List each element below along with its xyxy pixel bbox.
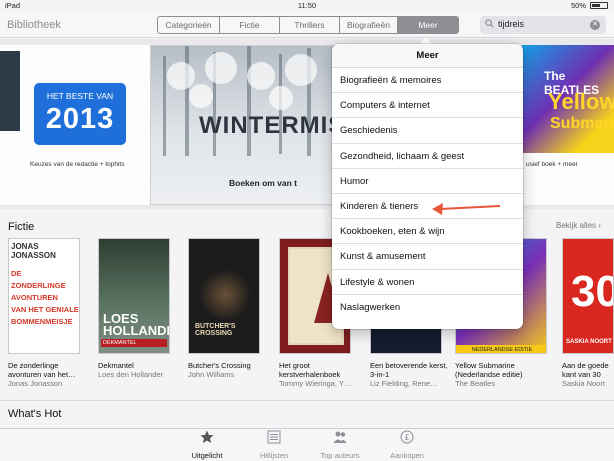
book-author: Tommy Wieringa, Y… [279,379,352,388]
battery-icon [590,2,608,9]
cover-text: BUTCHER'S CROSSING [195,323,236,337]
snowy-trees-image [163,46,317,156]
book-author: Loes den Hollander [98,370,164,379]
book-author: Jonas Jonasson [8,379,63,388]
battery-percent: 50% [570,1,586,10]
popover-title: Meer [332,44,523,68]
menu-item-computers-internet[interactable]: Computers & internet [332,93,523,119]
cover-band: NEDERLANDSE EDITIE [456,345,546,353]
cover-text: AVONTUREN [11,293,58,302]
badge-year: 2013 [45,103,115,135]
book-title: Het groot kerstverhalenboek [279,361,341,379]
people-icon [333,431,347,443]
svg-text:£: £ [404,433,409,442]
menu-item-lifestyle-wonen[interactable]: Lifestyle & wonen [332,270,523,295]
purchases-icon: £ [400,430,414,444]
category-segmented-control: Categorieën Fictie Thrillers Biografieën… [157,16,459,34]
cover-author: JONAS JONASSON [11,242,56,260]
book-item[interactable]: JONAS JONASSON DE ZONDERLINGE AVONTUREN … [8,238,88,388]
artwork-word-submarine: Submarine [550,115,614,132]
book-author: Saskia Noort [562,379,605,388]
segment-categorieen[interactable]: Categorieën [158,17,220,33]
segment-meer[interactable]: Meer [398,17,458,33]
banner-left-caption: Keuzes van de redactie + tophits [30,161,125,168]
tab-label: Top auteurs [320,451,360,460]
cover-text: LOESHOLLANDER [103,311,169,338]
menu-item-kookboeken[interactable]: Kookboeken, eten & wijn [332,219,523,245]
search-input[interactable]: tijdreis [498,19,524,29]
tab-label: Uitgelicht [191,451,223,460]
cover-author: SASKIA NOORT [566,339,612,345]
book-title: Een betoverende kerst, 3-in-1 [370,361,448,379]
navigation-bar: Bibliotheek Categorieën Fictie Thrillers… [0,12,614,38]
menu-item-geschiedenis[interactable]: Geschiedenis [332,118,523,144]
banner-best-of-2013[interactable]: HET BESTE VAN 2013 Keuzes van de redacti… [0,45,150,205]
menu-item-kunst-amusement[interactable]: Kunst & amusement [332,244,523,270]
book-cover[interactable]: BUTCHER'S CROSSING [188,238,260,354]
search-field[interactable]: tijdreis ✕ [480,16,606,34]
search-icon [485,19,494,28]
tab-label: Hitlijsten [259,451,289,460]
list-icon [267,430,281,444]
book-title: De zonderlinge avonturen van het… [8,361,76,379]
section-title-whats-hot: What's Hot [8,408,62,420]
artwork-word-yellow: Yellow [548,89,614,114]
menu-item-gezondheid[interactable]: Gezondheid, lichaam & geest [332,144,523,169]
tab-uitgelicht[interactable]: Uitgelicht [172,430,242,460]
clock: 11:50 [297,1,317,10]
segment-fictie[interactable]: Fictie [220,17,280,33]
book-title: Yellow Submarine (Nederlandse editie) [455,361,523,379]
star-icon [200,430,214,443]
annotation-arrow-icon [432,203,501,215]
see-all-link[interactable]: Bekijk alles › [556,221,601,230]
status-bar: iPad 11:50 50% [0,0,614,12]
menu-item-biografieen-memoires[interactable]: Biografieën & memoires [332,68,523,94]
banner-right-caption: usief boek + meer [526,161,578,168]
cover-text: DE [11,269,22,278]
banner-title: WINTERMIS [199,112,346,139]
yellow-submarine-artwork: The BEATLES Yellow Submarine [522,45,614,153]
section-title-fictie: Fictie [8,221,35,233]
segment-biografieen[interactable]: Biografieën [340,17,398,33]
book-item[interactable]: BUTCHER'S CROSSING Butcher's Crossing Jo… [188,238,268,379]
meer-popover: Meer Biografieën & memoires Computers & … [332,44,523,329]
badge-line: HET BESTE VAN [46,91,114,101]
book-cover[interactable]: LOESHOLLANDER DEKMANTEL [98,238,170,354]
back-button-bibliotheek[interactable]: Bibliotheek [7,19,61,31]
tab-aankopen[interactable]: £ Aankopen [372,430,442,460]
tab-hitlijsten[interactable]: Hitlijsten [239,430,309,460]
book-title: Dekmantel [98,361,134,370]
menu-item-humor[interactable]: Humor [332,169,523,194]
bison-image [199,269,251,321]
book-title: Butcher's Crossing [188,361,251,370]
cover-text: VAN HET GENIALE [11,305,79,314]
book-cover[interactable]: JONAS JONASSON DE ZONDERLINGE AVONTUREN … [8,238,80,354]
book-item[interactable]: 30 SASKIA NOORT Aan de goede kant van 30… [562,238,614,388]
best-of-2013-badge: HET BESTE VAN 2013 [34,83,126,145]
status-right: 50% [571,1,608,10]
tab-top-auteurs[interactable]: Top auteurs [305,430,375,460]
cover-band: DEKMANTEL [101,339,167,347]
book-author: The Beatles [455,379,496,388]
banner-wintermis[interactable]: WINTERMIS Boeken om van t [150,45,344,205]
clear-search-icon[interactable]: ✕ [590,20,600,30]
book-item[interactable]: LOESHOLLANDER DEKMANTEL Dekmantel Loes d… [98,238,178,379]
banner-mid-caption: Boeken om van t [229,178,298,188]
segment-thrillers[interactable]: Thrillers [280,17,340,33]
cover-number: 30 [571,267,613,316]
cover-text: BOMMENMEISJE [11,317,73,326]
book-stack-image [0,51,20,131]
book-cover[interactable]: 30 SASKIA NOORT [562,238,614,354]
see-all-label: Bekijk alles [556,221,597,230]
section-divider [0,400,614,401]
book-author: Liz Fielding, Rene… [370,379,438,388]
book-author: John Williams [188,370,235,379]
banner-yellow-submarine[interactable]: The BEATLES Yellow Submarine usief boek … [522,45,614,205]
cover-text: ZONDERLINGE [11,281,66,290]
book-title: Aan de goede kant van 30 [562,361,609,379]
menu-item-naslagwerken[interactable]: Naslagwerken [332,295,523,320]
tab-label: Aankopen [390,451,424,460]
